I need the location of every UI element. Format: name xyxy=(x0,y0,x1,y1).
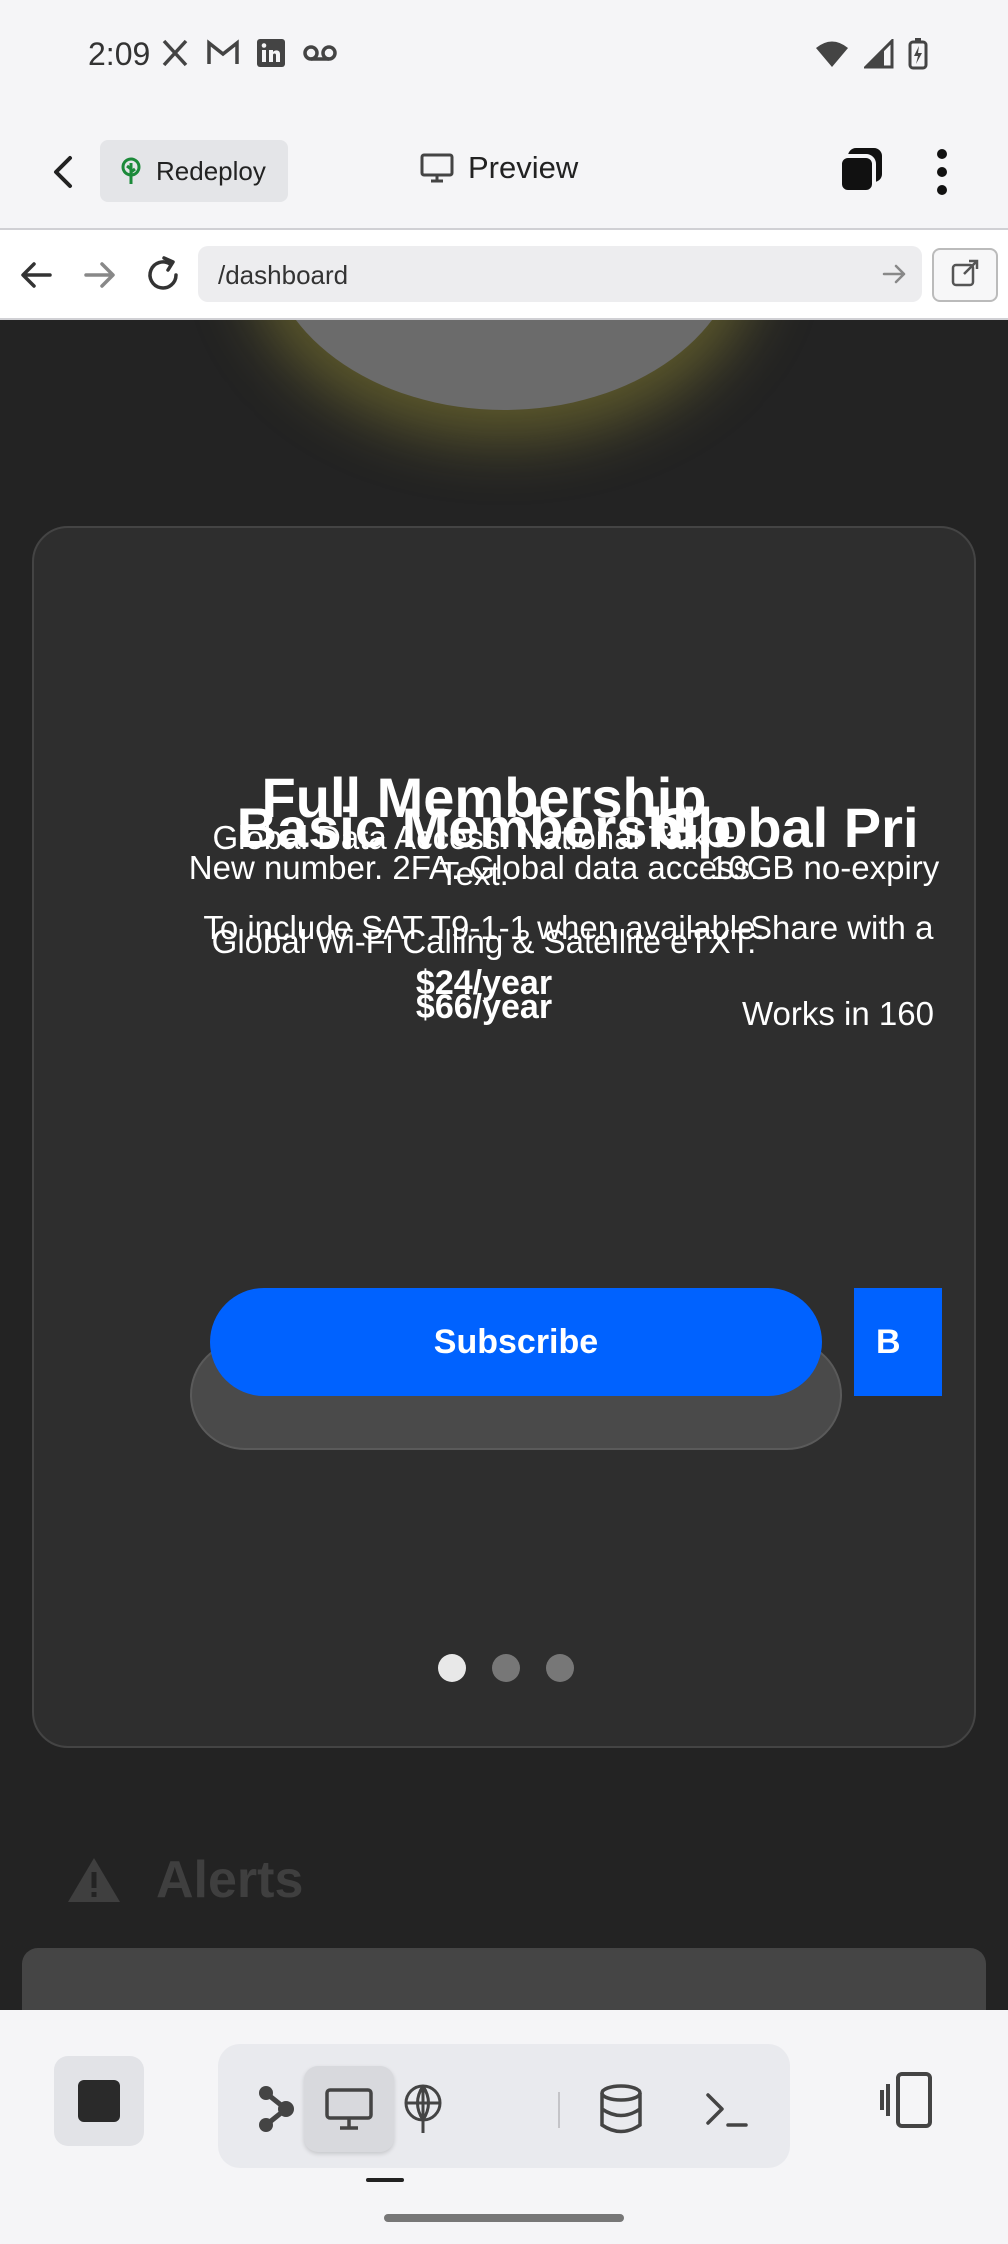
tool-separator xyxy=(558,2092,560,2128)
deploy-tree-icon xyxy=(121,157,141,184)
slide-extra-global: Works in 160 xyxy=(742,995,934,1032)
gmail-icon xyxy=(207,39,239,64)
stop-icon xyxy=(78,2080,120,2122)
browser-toolbar: /dashboard xyxy=(0,230,1008,320)
warning-icon xyxy=(68,1858,120,1902)
preview-label: Preview xyxy=(468,150,579,185)
more-vertical-icon[interactable] xyxy=(922,144,962,200)
preview-title: Preview xyxy=(420,150,578,186)
tool-database[interactable] xyxy=(576,2066,666,2152)
wifi-icon xyxy=(816,41,848,67)
deploy-globe-icon xyxy=(404,2084,442,2133)
carousel-dot-2[interactable] xyxy=(492,1654,520,1682)
external-link-icon xyxy=(951,259,979,287)
linkedin-icon xyxy=(257,39,285,67)
terminal-icon xyxy=(706,2093,748,2127)
carousel-dot-3[interactable] xyxy=(546,1654,574,1682)
tool-group xyxy=(218,2044,790,2168)
redeploy-label: Redeploy xyxy=(156,155,266,186)
monitor-icon xyxy=(420,153,454,183)
stop-button[interactable] xyxy=(54,2056,144,2146)
home-gesture-bar[interactable] xyxy=(384,2214,624,2222)
avatar-glow xyxy=(266,320,742,410)
carousel-dots xyxy=(438,1654,574,1682)
active-tab-indicator xyxy=(366,2178,404,2182)
membership-carousel[interactable]: Full Membership Global Data Access. Nati… xyxy=(32,526,976,1748)
database-icon xyxy=(600,2084,642,2134)
subscribe-button-global[interactable]: B xyxy=(854,1288,942,1396)
tabs-icon[interactable] xyxy=(836,146,886,196)
slide-feature-global: Share with a xyxy=(750,909,934,946)
browser-back-icon[interactable] xyxy=(14,252,60,298)
system-icons xyxy=(814,38,928,70)
bottom-toolbar xyxy=(0,2010,1008,2244)
tool-shell[interactable] xyxy=(682,2066,772,2152)
url-text: /dashboard xyxy=(218,260,349,290)
slide-price-basic: $24/year xyxy=(415,964,553,1002)
open-external-button[interactable] xyxy=(932,248,998,302)
workflow-icon xyxy=(259,2086,294,2132)
web-content: Full Membership Global Data Access. Nati… xyxy=(0,320,1008,2010)
redeploy-button[interactable]: Redeploy xyxy=(100,140,288,202)
status-bar: 2:09 xyxy=(0,0,1008,116)
alerts-panel xyxy=(22,1948,986,2010)
back-arrow-icon[interactable] xyxy=(40,148,88,196)
alerts-header: Alerts xyxy=(66,1850,303,1910)
battery-charging-icon xyxy=(908,38,928,70)
monitor-icon xyxy=(325,2088,373,2130)
tool-deploy[interactable] xyxy=(378,2066,468,2152)
go-arrow-icon[interactable] xyxy=(880,260,908,288)
alerts-label: Alerts xyxy=(156,1851,304,1909)
app-header: Redeploy Preview xyxy=(0,116,1008,230)
signal-icon xyxy=(864,39,894,69)
slide-desc-global: 10GB no-expiry xyxy=(710,849,940,886)
panel-toggle-icon[interactable] xyxy=(878,2068,938,2132)
url-field[interactable]: /dashboard xyxy=(198,246,922,302)
carousel-viewport: Full Membership Global Data Access. Nati… xyxy=(34,528,942,1746)
browser-forward-icon[interactable] xyxy=(76,252,122,298)
x-logo-icon xyxy=(162,39,188,67)
reload-icon[interactable] xyxy=(140,252,186,298)
voicemail-icon xyxy=(303,45,337,61)
notification-icons xyxy=(160,38,338,68)
subscribe-button[interactable]: Subscribe xyxy=(210,1288,822,1396)
status-time: 2:09 xyxy=(88,36,151,72)
carousel-dot-1[interactable] xyxy=(438,1654,466,1682)
